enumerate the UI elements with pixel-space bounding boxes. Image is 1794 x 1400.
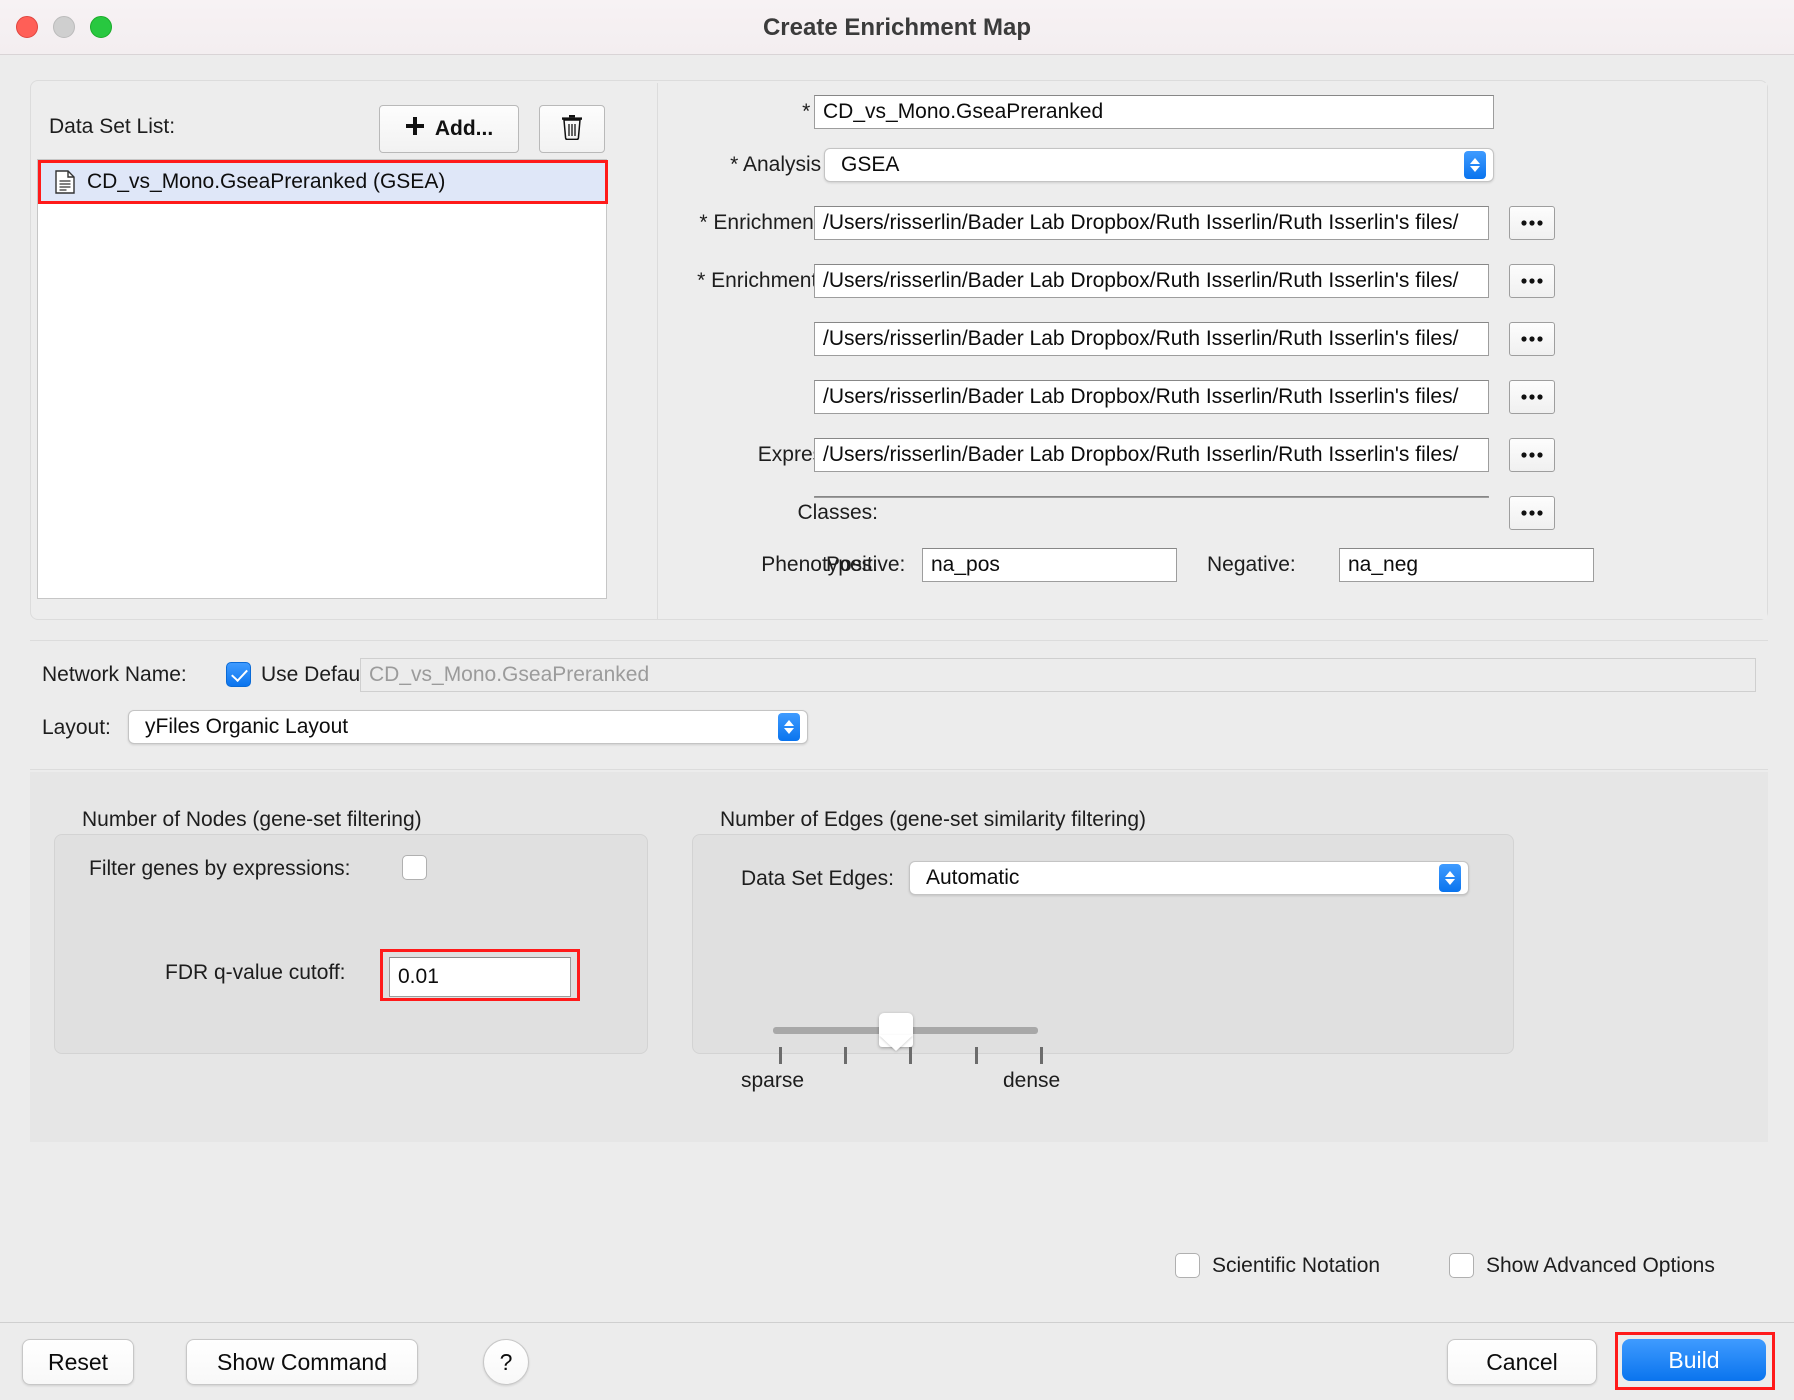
build-button[interactable]: Build <box>1622 1339 1766 1381</box>
reset-button[interactable]: Reset <box>22 1339 134 1385</box>
scientific-notation-row[interactable]: Scientific Notation <box>1175 1253 1380 1278</box>
use-default-label: Use Default <box>261 663 371 687</box>
name-input[interactable]: CD_vs_Mono.GseaPreranked <box>814 95 1494 129</box>
field-row-ranks: Ranks: /Users/risserlin/Bader Lab Dropbo… <box>658 380 1768 414</box>
analysis-type-stepper-icon[interactable] <box>1464 151 1486 179</box>
layout-select[interactable]: yFiles Organic Layout <box>128 710 808 744</box>
slider-max-label: dense <box>1003 1069 1060 1093</box>
slider-tick <box>844 1047 847 1064</box>
scientific-notation-checkbox[interactable] <box>1175 1253 1200 1278</box>
slider-tick <box>975 1047 978 1064</box>
use-default-checkbox-row[interactable]: Use Default <box>226 662 371 687</box>
classes-browse-button[interactable] <box>1509 496 1555 530</box>
show-advanced-options-label: Show Advanced Options <box>1486 1254 1715 1278</box>
dataset-list-header: Data Set List: Add... <box>49 105 639 153</box>
ranks-browse-button[interactable] <box>1509 380 1555 414</box>
nodes-section-title: Number of Nodes (gene-set filtering) <box>82 808 422 832</box>
edges-section-box: Data Set Edges: Automatic sparse dense <box>692 834 1514 1054</box>
dataset-list-selection-highlight: CD_vs_Mono.GseaPreranked (GSEA) <box>38 160 608 204</box>
network-name-label: Network Name: <box>42 663 187 687</box>
field-row-expressions: Expressions: /Users/risserlin/Bader Lab … <box>658 438 1768 472</box>
fdr-cutoff-highlight: 0.01 <box>380 949 580 1001</box>
list-item-label: CD_vs_Mono.GseaPreranked (GSEA) <box>87 170 445 194</box>
filter-genes-label: Filter genes by expressions: <box>89 857 350 881</box>
cancel-button[interactable]: Cancel <box>1447 1339 1597 1385</box>
slider-tick <box>909 1047 912 1064</box>
field-row-classes: Classes: <box>658 496 1768 530</box>
field-row-enrichments-neg: * Enrichments Neg: /Users/risserlin/Bade… <box>658 264 1768 298</box>
gmt-input[interactable]: /Users/risserlin/Bader Lab Dropbox/Ruth … <box>814 322 1489 356</box>
data-set-edges-label: Data Set Edges: <box>741 867 894 891</box>
dataset-list[interactable]: CD_vs_Mono.GseaPreranked (GSEA) <box>37 159 607 599</box>
nodes-section-box: Filter genes by expressions: FDR q-value… <box>54 834 648 1054</box>
fdr-cutoff-label: FDR q-value cutoff: <box>165 961 346 985</box>
show-advanced-options-row[interactable]: Show Advanced Options <box>1449 1253 1715 1278</box>
window-title: Create Enrichment Map <box>0 0 1794 55</box>
classes-label: Classes: <box>678 496 878 530</box>
slider-min-label: sparse <box>741 1069 804 1093</box>
network-name-input[interactable]: CD_vs_Mono.GseaPreranked <box>360 658 1756 692</box>
use-default-checkbox[interactable] <box>226 662 251 687</box>
dataset-list-column: Data Set List: Add... <box>33 83 653 619</box>
list-item[interactable]: CD_vs_Mono.GseaPreranked (GSEA) <box>41 163 605 201</box>
ranks-input[interactable]: /Users/risserlin/Bader Lab Dropbox/Ruth … <box>814 380 1489 414</box>
trash-icon <box>561 114 583 145</box>
help-button[interactable]: ? <box>483 1339 529 1385</box>
expressions-browse-button[interactable] <box>1509 438 1555 472</box>
data-set-edges-stepper-icon[interactable] <box>1439 864 1461 892</box>
analysis-type-select[interactable]: GSEA <box>824 148 1494 182</box>
edges-section-title: Number of Edges (gene-set similarity fil… <box>720 808 1146 832</box>
add-dataset-label: Add... <box>435 117 493 141</box>
classes-input[interactable] <box>814 496 1489 498</box>
layout-stepper-icon[interactable] <box>778 713 800 741</box>
phenotype-negative-input[interactable]: na_neg <box>1339 548 1594 582</box>
fdr-cutoff-input[interactable]: 0.01 <box>389 957 571 997</box>
plus-icon <box>405 116 425 142</box>
enrichments-neg-input[interactable]: /Users/risserlin/Bader Lab Dropbox/Ruth … <box>814 264 1489 298</box>
edge-density-slider-thumb[interactable] <box>879 1013 913 1047</box>
enrichments-pos-input[interactable]: /Users/risserlin/Bader Lab Dropbox/Ruth … <box>814 206 1489 240</box>
scientific-notation-label: Scientific Notation <box>1212 1254 1380 1278</box>
ellipsis-icon <box>1521 394 1543 400</box>
dataset-details-panel: * Name: CD_vs_Mono.GseaPreranked * Analy… <box>657 83 1767 619</box>
phenotype-positive-input[interactable]: na_pos <box>922 548 1177 582</box>
ellipsis-icon <box>1521 220 1543 226</box>
field-row-analysis-type: * Analysis Type: GSEA <box>658 148 1768 182</box>
ellipsis-icon <box>1521 278 1543 284</box>
add-dataset-button[interactable]: Add... <box>379 105 519 153</box>
window-titlebar: Create Enrichment Map <box>0 0 1794 55</box>
gmt-browse-button[interactable] <box>1509 322 1555 356</box>
top-panel: Data Set List: Add... <box>30 80 1768 620</box>
ellipsis-icon <box>1521 452 1543 458</box>
show-command-button[interactable]: Show Command <box>186 1339 418 1385</box>
filter-genes-checkbox[interactable] <box>402 855 427 880</box>
field-row-gmt: * GMT: /Users/risserlin/Bader Lab Dropbo… <box>658 322 1768 356</box>
filtering-panel: Number of Nodes (gene-set filtering) Fil… <box>30 772 1768 1142</box>
enrichments-pos-browse-button[interactable] <box>1509 206 1555 240</box>
build-button-highlight: Build <box>1615 1332 1775 1390</box>
enrichments-neg-browse-button[interactable] <box>1509 264 1555 298</box>
phenotype-positive-label: Positive: <box>826 548 905 582</box>
delete-dataset-button[interactable] <box>539 105 605 153</box>
dataset-list-label: Data Set List: <box>49 115 175 139</box>
expressions-input[interactable]: /Users/risserlin/Bader Lab Dropbox/Ruth … <box>814 438 1489 472</box>
options-row: Scientific Notation Show Advanced Option… <box>0 1253 1794 1297</box>
field-row-phenotypes: Phenotypes: Positive: na_pos Negative: n… <box>658 548 1768 582</box>
slider-tick <box>779 1047 782 1064</box>
ellipsis-icon <box>1521 510 1543 516</box>
phenotype-negative-label: Negative: <box>1207 548 1296 582</box>
field-row-name: * Name: CD_vs_Mono.GseaPreranked <box>658 95 1768 129</box>
layout-label: Layout: <box>42 716 111 740</box>
ellipsis-icon <box>1521 336 1543 342</box>
slider-tick <box>1040 1047 1043 1064</box>
document-icon <box>55 170 75 194</box>
data-set-edges-select[interactable]: Automatic <box>909 861 1469 895</box>
network-settings-panel: Network Name: Use Default CD_vs_Mono.Gse… <box>30 640 1768 770</box>
dialog-footer: Reset Show Command ? Cancel <box>0 1322 1794 1400</box>
show-advanced-options-checkbox[interactable] <box>1449 1253 1474 1278</box>
field-row-enrichments-pos: * Enrichments Pos: /Users/risserlin/Bade… <box>658 206 1768 240</box>
